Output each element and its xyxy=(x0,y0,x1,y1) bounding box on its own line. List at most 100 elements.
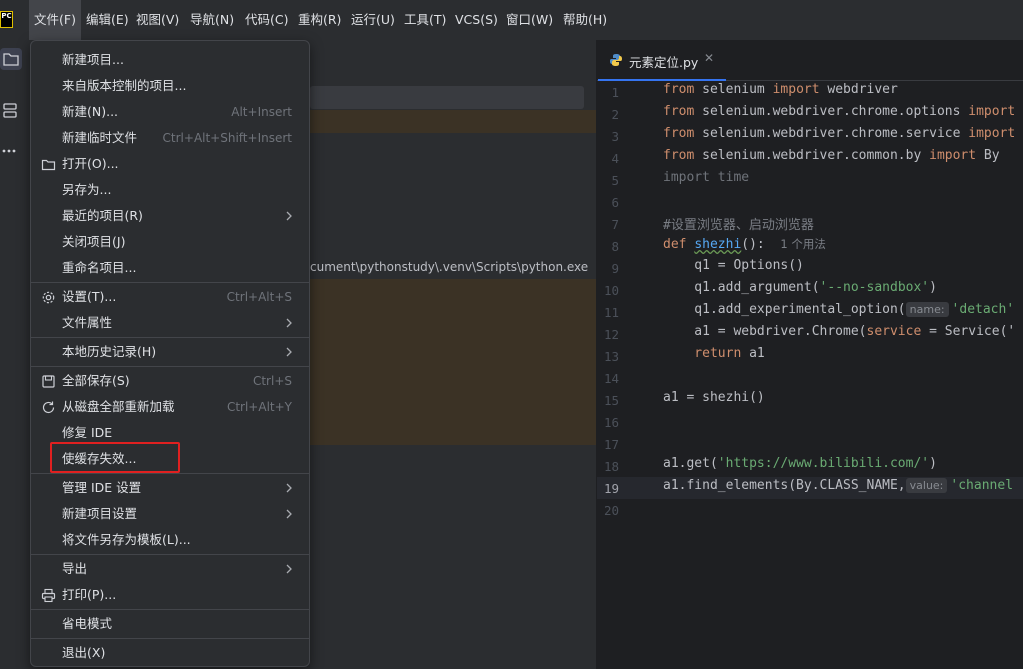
line-number: 1 xyxy=(611,85,619,100)
chevron-right-icon xyxy=(286,509,292,519)
chevron-right-icon xyxy=(286,483,292,493)
reload-icon xyxy=(42,401,55,414)
line-number: 14 xyxy=(603,371,619,386)
structure-icon[interactable] xyxy=(0,100,22,122)
shortcut-label: Alt+Insert xyxy=(231,105,292,119)
menu-item-save-as-template[interactable]: 将文件另存为模板(L)... xyxy=(31,527,309,553)
line-number: 6 xyxy=(611,195,619,210)
line-number: 3 xyxy=(611,129,619,144)
menu-item-project-from-vcs[interactable]: 来自版本控制的项目... xyxy=(31,73,309,99)
menu-separator xyxy=(31,282,309,283)
line-number: 17 xyxy=(603,437,619,452)
code-line-18: a1.get('https://www.bilibili.com/') xyxy=(663,456,937,471)
shortcut-label: Ctrl+Alt+S xyxy=(226,290,292,304)
menu-help[interactable]: 帮助(H) xyxy=(558,0,612,40)
menu-item-recent-projects[interactable]: 最近的项目(R) xyxy=(31,203,309,229)
line-number: 15 xyxy=(603,393,619,408)
menu-item-rename-project[interactable]: 重命名项目... xyxy=(31,255,309,281)
menu-code[interactable]: 代码(C) xyxy=(240,0,293,40)
code-line-5: import time xyxy=(663,170,750,185)
menu-navigate[interactable]: 导航(N) xyxy=(185,0,239,40)
menu-item-new-project-settings[interactable]: 新建项目设置 xyxy=(31,501,309,527)
annotation-highlight-box xyxy=(50,442,180,473)
menu-item-export[interactable]: 导出 xyxy=(31,556,309,582)
menu-separator xyxy=(31,638,309,639)
menu-item-new-project[interactable]: 新建项目... xyxy=(31,47,309,73)
line-number: 8 xyxy=(611,239,619,254)
line-number: 12 xyxy=(603,327,619,342)
editor-tab-label: 元素定位.py xyxy=(629,55,699,70)
code-line-1: from selenium import webdriver xyxy=(663,82,898,97)
menu-item-settings[interactable]: 设置(T)... Ctrl+Alt+S xyxy=(31,284,309,310)
menu-item-new[interactable]: 新建(N)... Alt+Insert xyxy=(31,99,309,125)
python-file-icon xyxy=(610,54,622,66)
code-line-19: a1.find_elements(By.CLASS_NAME, value:'ch… xyxy=(663,478,1014,493)
line-number: 2 xyxy=(611,107,619,122)
menu-item-save-all[interactable]: 全部保存(S) Ctrl+S xyxy=(31,368,309,394)
menu-item-power-save-mode[interactable]: 省电模式 xyxy=(31,611,309,637)
interpreter-path: cument\pythonstudy\.venv\Scripts\python.… xyxy=(310,260,589,274)
menu-item-print[interactable]: 打印(P)... xyxy=(31,582,309,608)
gear-icon xyxy=(42,291,55,304)
tool-window-strip xyxy=(0,40,27,669)
menu-item-close-project[interactable]: 关闭项目(J) xyxy=(31,229,309,255)
line-number: 13 xyxy=(603,349,619,364)
menu-item-manage-ide-settings[interactable]: 管理 IDE 设置 xyxy=(31,475,309,501)
chevron-right-icon xyxy=(286,318,292,328)
code-content[interactable]: from selenium import webdriver from sele… xyxy=(663,81,1023,669)
menu-item-new-scratch-file[interactable]: 新建临时文件 Ctrl+Alt+Shift+Insert xyxy=(31,125,309,151)
code-line-2: from selenium.webdriver.chrome.options i… xyxy=(663,104,1016,119)
close-icon[interactable]: ✕ xyxy=(704,51,714,65)
editor-tab[interactable]: 元素定位.py ✕ xyxy=(598,40,726,81)
menu-item-exit[interactable]: 退出(X) xyxy=(31,640,309,666)
pycharm-logo: PC xyxy=(0,11,13,28)
project-folder-icon[interactable] xyxy=(0,48,22,70)
code-line-10: q1.add_argument('--no-sandbox') xyxy=(663,280,937,295)
menu-vcs[interactable]: VCS(S) xyxy=(450,0,503,40)
more-tools-icon[interactable] xyxy=(0,140,22,162)
code-line-7: #设置浏览器、启动浏览器 xyxy=(663,218,814,233)
menu-item-save-as[interactable]: 另存为... xyxy=(31,177,309,203)
line-number: 11 xyxy=(603,305,619,320)
chevron-right-icon xyxy=(286,211,292,221)
menu-tools[interactable]: 工具(T) xyxy=(399,0,451,40)
code-line-9: q1 = Options() xyxy=(663,258,804,273)
code-line-8: def shezhi(): 1 个用法 xyxy=(663,237,826,252)
shortcut-label: Ctrl+Alt+Shift+Insert xyxy=(162,131,292,145)
menu-file[interactable]: 文件(F) xyxy=(29,0,81,40)
line-number-gutter: 1 2 3 4 5 6 7 8 9 10 11 12 13 14 15 16 1… xyxy=(597,81,653,669)
code-line-3: from selenium.webdriver.chrome.service i… xyxy=(663,126,1016,141)
usages-hint: 1 个用法 xyxy=(780,237,826,251)
menu-item-local-history[interactable]: 本地历史记录(H) xyxy=(31,339,309,365)
line-number-current: 19 xyxy=(603,481,619,496)
line-number: 20 xyxy=(603,503,619,518)
panel-highlight-row xyxy=(310,110,596,133)
menu-item-file-properties[interactable]: 文件属性 xyxy=(31,310,309,336)
menu-separator xyxy=(31,554,309,555)
menu-bar: PC 文件(F) 编辑(E) 视图(V) 导航(N) 代码(C) 重构(R) 运… xyxy=(0,0,1023,40)
panel-search-field[interactable] xyxy=(310,86,584,109)
menu-run[interactable]: 运行(U) xyxy=(346,0,400,40)
print-icon xyxy=(41,588,56,603)
param-hint: value: xyxy=(905,478,948,493)
menu-window[interactable]: 窗口(W) xyxy=(501,0,558,40)
chevron-right-icon xyxy=(286,347,292,357)
menu-edit[interactable]: 编辑(E) xyxy=(81,0,134,40)
line-number: 5 xyxy=(611,173,619,188)
menu-item-reload-all[interactable]: 从磁盘全部重新加载 Ctrl+Alt+Y xyxy=(31,394,309,420)
menu-refactor[interactable]: 重构(R) xyxy=(293,0,346,40)
folder-icon xyxy=(41,159,56,171)
line-number: 4 xyxy=(611,151,619,166)
save-icon xyxy=(42,375,55,388)
menu-separator xyxy=(31,366,309,367)
shortcut-label: Ctrl+S xyxy=(252,374,292,388)
menu-item-open[interactable]: 打开(O)... xyxy=(31,151,309,177)
code-line-4: from selenium.webdriver.common.by import… xyxy=(663,148,1000,163)
chevron-right-icon xyxy=(286,564,292,574)
menu-view[interactable]: 视图(V) xyxy=(131,0,184,40)
line-number: 10 xyxy=(603,283,619,298)
menu-separator xyxy=(31,473,309,474)
param-hint: name: xyxy=(905,302,949,317)
code-line-11: q1.add_experimental_option(name:'detach' xyxy=(663,302,1015,317)
code-line-12: a1 = webdriver.Chrome(service = Service(… xyxy=(663,324,1016,339)
